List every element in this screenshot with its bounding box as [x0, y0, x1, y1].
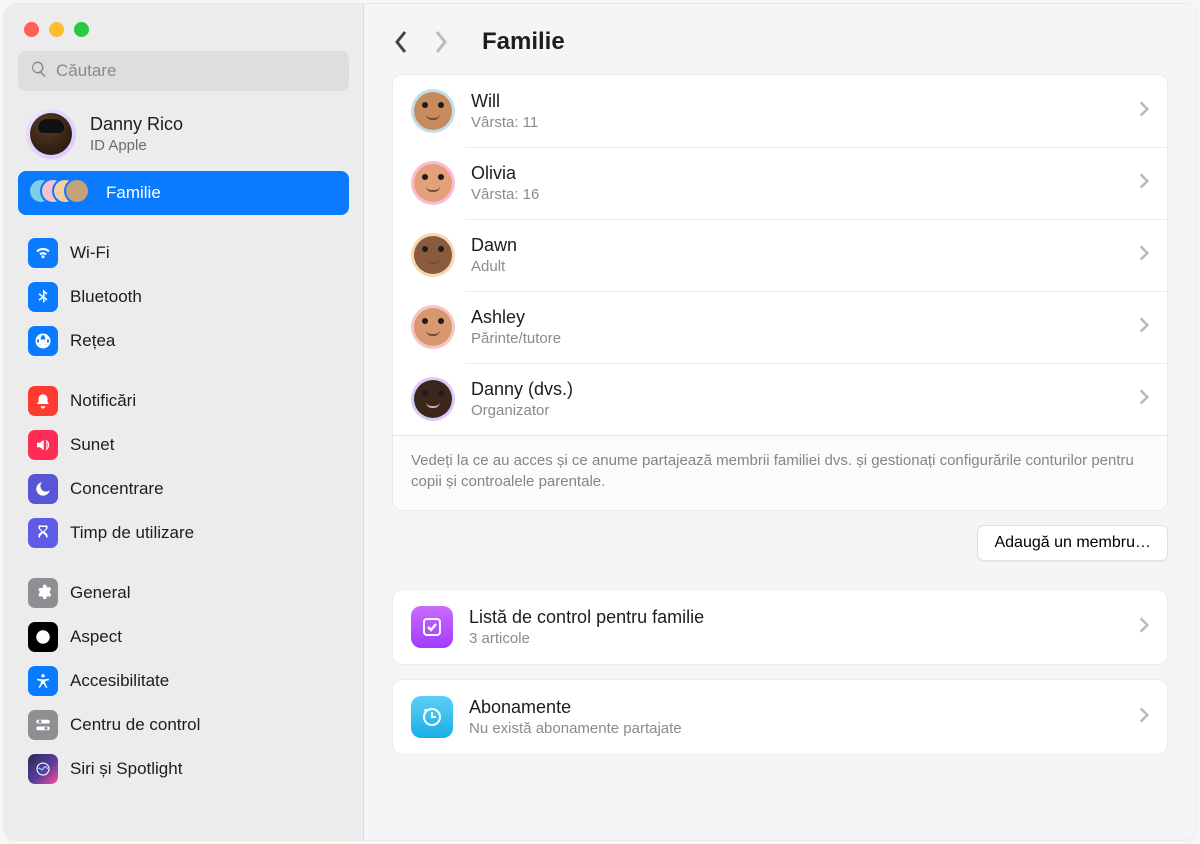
subscriptions-icon — [411, 696, 453, 738]
member-sub: Părinte/tutore — [471, 330, 561, 347]
sidebar-item-control-center[interactable]: Centru de control — [18, 703, 349, 747]
sidebar-item-label: General — [70, 583, 130, 603]
zoom-icon[interactable] — [74, 22, 89, 37]
member-name: Will — [471, 91, 538, 112]
close-icon[interactable] — [24, 22, 39, 37]
appearance-icon — [28, 622, 58, 652]
sidebar-item-appearance[interactable]: Aspect — [18, 615, 349, 659]
sliders-icon — [28, 710, 58, 740]
bell-icon — [28, 386, 58, 416]
member-name: Olivia — [471, 163, 539, 184]
wifi-icon — [28, 238, 58, 268]
siri-icon — [28, 754, 58, 784]
sidebar-item-network[interactable]: Rețea — [18, 319, 349, 363]
accessibility-icon — [28, 666, 58, 696]
sidebar-item-wifi[interactable]: Wi-Fi — [18, 231, 349, 275]
main-header: Familie — [364, 4, 1196, 74]
sidebar-item-label: Siri și Spotlight — [70, 759, 182, 779]
page-title: Familie — [482, 28, 565, 56]
family-member-row[interactable]: Olivia Vârsta: 16 — [393, 147, 1167, 219]
chevron-right-icon — [1139, 616, 1149, 638]
sidebar-item-general[interactable]: General — [18, 571, 349, 615]
member-sub: Organizator — [471, 402, 573, 419]
chevron-right-icon — [1139, 706, 1149, 728]
sidebar-item-siri[interactable]: Siri și Spotlight — [18, 747, 349, 791]
bluetooth-icon — [28, 282, 58, 312]
sidebar-item-label: Aspect — [70, 627, 122, 647]
sidebar-item-screentime[interactable]: Timp de utilizare — [18, 511, 349, 555]
option-sub: 3 articole — [469, 630, 704, 647]
member-name: Ashley — [471, 307, 561, 328]
search-icon — [30, 60, 48, 82]
nav-back-button[interactable] — [392, 28, 410, 56]
settings-window: Danny Rico ID Apple Familie Wi-Fi — [4, 4, 1196, 840]
chevron-right-icon — [1139, 244, 1149, 266]
sidebar-item-focus[interactable]: Concentrare — [18, 467, 349, 511]
family-members-panel: Will Vârsta: 11 Olivia Vârsta: 16 Dawn A… — [392, 74, 1168, 511]
family-member-row[interactable]: Will Vârsta: 11 — [393, 75, 1167, 147]
globe-icon — [28, 326, 58, 356]
hourglass-icon — [28, 518, 58, 548]
moon-icon — [28, 474, 58, 504]
family-checklist-panel: Listă de control pentru familie 3 artico… — [392, 589, 1168, 665]
sidebar-item-label: Accesibilitate — [70, 671, 169, 691]
sidebar-item-label: Timp de utilizare — [70, 523, 194, 543]
sidebar-item-label: Rețea — [70, 331, 115, 351]
sidebar-item-notifications[interactable]: Notificări — [18, 379, 349, 423]
members-footer-text: Vedeți la ce au acces și ce anume partaj… — [393, 435, 1167, 510]
sidebar-item-family[interactable]: Familie — [18, 171, 349, 215]
gear-icon — [28, 578, 58, 608]
nav-forward-button — [432, 28, 450, 56]
minimize-icon[interactable] — [49, 22, 64, 37]
avatar — [411, 161, 455, 205]
sidebar-item-label: Bluetooth — [70, 287, 142, 307]
chevron-right-icon — [1139, 100, 1149, 122]
speaker-icon — [28, 430, 58, 460]
sidebar-item-label: Notificări — [70, 391, 136, 411]
family-checklist-row[interactable]: Listă de control pentru familie 3 artico… — [393, 590, 1167, 664]
sidebar-item-label: Concentrare — [70, 479, 164, 499]
sidebar-item-label: Centru de control — [70, 715, 200, 735]
member-sub: Adult — [471, 258, 517, 275]
sidebar-item-account[interactable]: Danny Rico ID Apple — [4, 99, 363, 169]
account-sub: ID Apple — [90, 137, 183, 154]
sidebar-item-label: Wi-Fi — [70, 243, 110, 263]
family-avatars-icon — [28, 178, 94, 208]
option-sub: Nu există abonamente partajate — [469, 720, 682, 737]
add-member-button[interactable]: Adaugă un membru… — [977, 525, 1168, 561]
checklist-icon — [411, 606, 453, 648]
avatar — [411, 233, 455, 277]
family-member-row[interactable]: Danny (dvs.) Organizator — [393, 363, 1167, 435]
chevron-right-icon — [1139, 172, 1149, 194]
member-sub: Vârsta: 16 — [471, 186, 539, 203]
chevron-right-icon — [1139, 316, 1149, 338]
subscriptions-row[interactable]: Abonamente Nu există abonamente partajat… — [393, 680, 1167, 754]
avatar — [411, 377, 455, 421]
family-member-row[interactable]: Dawn Adult — [393, 219, 1167, 291]
sidebar-item-sound[interactable]: Sunet — [18, 423, 349, 467]
avatar — [26, 109, 76, 159]
chevron-right-icon — [1139, 388, 1149, 410]
option-title: Abonamente — [469, 697, 682, 718]
member-sub: Vârsta: 11 — [471, 114, 538, 131]
search-input[interactable] — [56, 61, 337, 81]
sidebar-item-accessibility[interactable]: Accesibilitate — [18, 659, 349, 703]
sidebar-item-label: Sunet — [70, 435, 114, 455]
subscriptions-panel: Abonamente Nu există abonamente partajat… — [392, 679, 1168, 755]
sidebar-item-label: Familie — [106, 183, 161, 203]
avatar — [411, 89, 455, 133]
family-member-row[interactable]: Ashley Părinte/tutore — [393, 291, 1167, 363]
avatar — [411, 305, 455, 349]
sidebar-item-bluetooth[interactable]: Bluetooth — [18, 275, 349, 319]
member-name: Dawn — [471, 235, 517, 256]
window-controls — [4, 14, 363, 51]
main-content: Familie Will Vârsta: 11 Olivia Vârsta: 1… — [364, 4, 1196, 840]
option-title: Listă de control pentru familie — [469, 607, 704, 628]
member-name: Danny (dvs.) — [471, 379, 573, 400]
account-name: Danny Rico — [90, 114, 183, 135]
sidebar: Danny Rico ID Apple Familie Wi-Fi — [4, 4, 364, 840]
search-field[interactable] — [18, 51, 349, 91]
